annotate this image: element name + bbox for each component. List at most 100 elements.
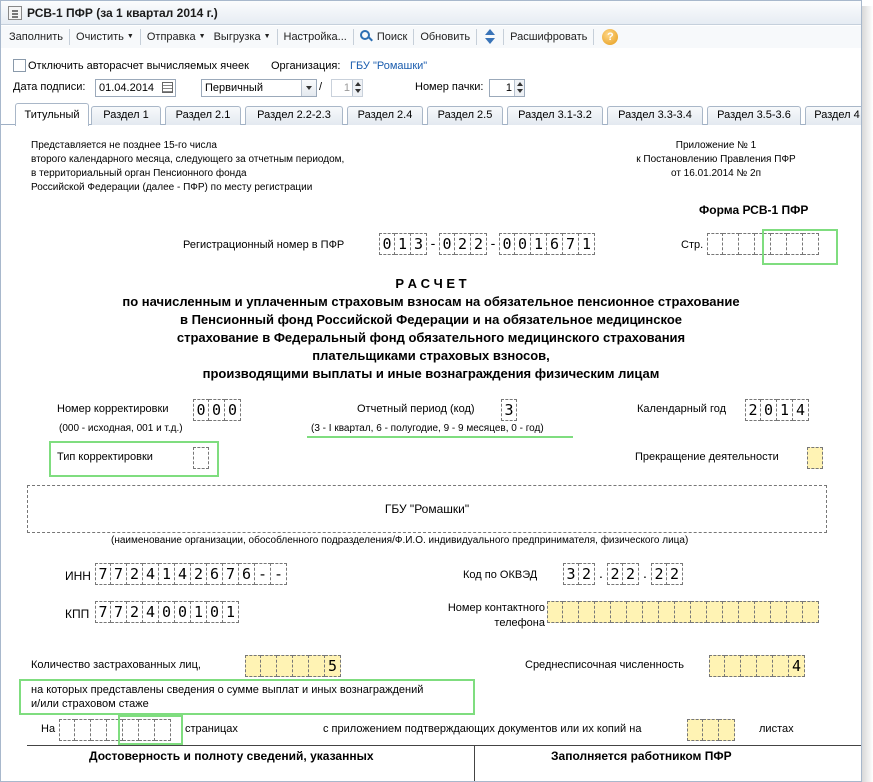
input-cell[interactable]: [757, 655, 773, 677]
input-cell[interactable]: [723, 601, 739, 623]
report-type-select[interactable]: Первичный: [201, 79, 317, 97]
input-cell[interactable]: 0: [175, 601, 191, 623]
tab-section-3-1-3-2[interactable]: Раздел 3.1-3.2: [507, 106, 603, 125]
input-cell[interactable]: [643, 601, 659, 623]
search-button[interactable]: Поиск: [356, 27, 411, 47]
autocalc-checkbox[interactable]: [13, 59, 26, 72]
input-cell[interactable]: 2: [651, 563, 667, 585]
decode-button[interactable]: Расшифровать: [506, 27, 591, 47]
activity-stop-cell[interactable]: [807, 447, 823, 469]
input-cell[interactable]: [709, 655, 725, 677]
input-cell[interactable]: 1: [191, 601, 207, 623]
input-cell[interactable]: [707, 233, 723, 255]
input-cell[interactable]: 3: [411, 233, 427, 255]
correction-type-cell[interactable]: [193, 447, 209, 469]
fill-button[interactable]: Заполнить: [5, 27, 67, 47]
input-cell[interactable]: 1: [777, 399, 793, 421]
spinner-icon[interactable]: [514, 80, 524, 96]
send-button[interactable]: Отправка ▼: [143, 27, 210, 47]
input-cell[interactable]: [193, 447, 209, 469]
period-cells[interactable]: 3: [501, 399, 517, 421]
input-cell[interactable]: 2: [607, 563, 623, 585]
input-cell[interactable]: 4: [143, 563, 159, 585]
calendar-icon[interactable]: [162, 82, 173, 93]
clear-button[interactable]: Очистить ▼: [72, 27, 138, 47]
input-cell[interactable]: [261, 655, 277, 677]
sign-date-field[interactable]: 01.04.2014: [95, 79, 176, 97]
input-cell[interactable]: 4: [793, 399, 809, 421]
input-cell[interactable]: 6: [239, 563, 255, 585]
input-cell[interactable]: 2: [455, 233, 471, 255]
insured-count-cells[interactable]: 5: [245, 655, 341, 677]
input-cell[interactable]: [579, 601, 595, 623]
input-cell[interactable]: [719, 719, 735, 741]
inn-cells[interactable]: 7724142676--: [95, 563, 287, 585]
input-cell[interactable]: 0: [207, 601, 223, 623]
organization-link[interactable]: ГБУ "Ромашки": [350, 60, 427, 72]
correction-number-cells[interactable]: 000: [193, 399, 241, 421]
tab-section-2-2-2-3[interactable]: Раздел 2.2-2.3: [245, 106, 343, 125]
input-cell[interactable]: [293, 655, 309, 677]
input-cell[interactable]: [725, 655, 741, 677]
input-cell[interactable]: 7: [95, 601, 111, 623]
input-cell[interactable]: [807, 447, 823, 469]
input-cell[interactable]: 2: [127, 563, 143, 585]
input-cell[interactable]: [563, 601, 579, 623]
input-cell[interactable]: 1: [223, 601, 239, 623]
input-cell[interactable]: [675, 601, 691, 623]
chevron-down-icon[interactable]: [301, 80, 316, 96]
input-cell[interactable]: [755, 601, 771, 623]
input-cell[interactable]: 1: [531, 233, 547, 255]
input-cell[interactable]: 2: [579, 563, 595, 585]
kpp-cells[interactable]: 772400101: [95, 601, 239, 623]
input-cell[interactable]: 0: [761, 399, 777, 421]
input-cell[interactable]: [723, 233, 739, 255]
input-cell[interactable]: [75, 719, 91, 741]
avg-headcount-cells[interactable]: 4: [709, 655, 805, 677]
input-cell[interactable]: [245, 655, 261, 677]
input-cell[interactable]: [787, 601, 803, 623]
input-cell[interactable]: [739, 233, 755, 255]
input-cell[interactable]: [773, 655, 789, 677]
input-cell[interactable]: 2: [471, 233, 487, 255]
input-cell[interactable]: 7: [563, 233, 579, 255]
input-cell[interactable]: [91, 719, 107, 741]
refresh-button[interactable]: Обновить: [416, 27, 474, 47]
input-cell[interactable]: 7: [223, 563, 239, 585]
year-cells[interactable]: 2014: [745, 399, 809, 421]
input-cell[interactable]: [771, 601, 787, 623]
input-cell[interactable]: 2: [623, 563, 639, 585]
input-cell[interactable]: 3: [501, 399, 517, 421]
input-cell[interactable]: 0: [209, 399, 225, 421]
input-cell[interactable]: 1: [159, 563, 175, 585]
input-cell[interactable]: 2: [745, 399, 761, 421]
input-cell[interactable]: 3: [563, 563, 579, 585]
input-cell[interactable]: [803, 601, 819, 623]
settings-button[interactable]: Настройка...: [280, 27, 351, 47]
tab-section-3-5-3-6[interactable]: Раздел 3.5-3.6: [707, 106, 801, 125]
tab-section-2-5[interactable]: Раздел 2.5: [427, 106, 503, 125]
input-cell[interactable]: 1: [395, 233, 411, 255]
help-icon[interactable]: ?: [602, 29, 619, 45]
input-cell[interactable]: 0: [439, 233, 455, 255]
input-cell[interactable]: [547, 601, 563, 623]
input-cell[interactable]: [691, 601, 707, 623]
move-up-down-icon[interactable]: [483, 29, 497, 45]
organization-name-box[interactable]: ГБУ "Ромашки": [27, 485, 827, 533]
input-cell[interactable]: 2: [127, 601, 143, 623]
input-cell[interactable]: [627, 601, 643, 623]
input-cell[interactable]: [739, 601, 755, 623]
tab-section-3-3-3-4[interactable]: Раздел 3.3-3.4: [607, 106, 703, 125]
input-cell[interactable]: 6: [547, 233, 563, 255]
input-cell[interactable]: [703, 719, 719, 741]
input-cell[interactable]: 1: [579, 233, 595, 255]
input-cell[interactable]: -: [271, 563, 287, 585]
input-cell[interactable]: 4: [789, 655, 805, 677]
input-cell[interactable]: 2: [191, 563, 207, 585]
input-cell[interactable]: 0: [225, 399, 241, 421]
input-cell[interactable]: 0: [379, 233, 395, 255]
tab-section-1[interactable]: Раздел 1: [91, 106, 161, 125]
input-cell[interactable]: 4: [175, 563, 191, 585]
input-cell[interactable]: 0: [159, 601, 175, 623]
input-cell[interactable]: 6: [207, 563, 223, 585]
